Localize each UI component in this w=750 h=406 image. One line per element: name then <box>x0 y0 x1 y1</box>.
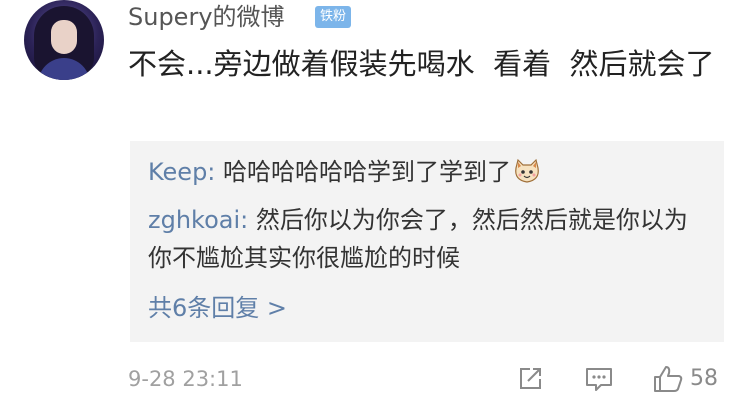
comment-text: 不会...旁边做着假装先喝水 看着 然后就会了 <box>128 47 715 81</box>
comment-icon <box>586 368 612 391</box>
avatar[interactable] <box>24 0 104 80</box>
thumbs-up-icon <box>654 366 683 392</box>
fan-badge[interactable]: 铁粉 <box>315 6 352 28</box>
cat-emoji-icon <box>513 158 541 184</box>
reply-author[interactable]: zghkoai: <box>148 206 248 234</box>
reply-text: 哈哈哈哈哈哈学到了学到了 <box>215 158 512 186</box>
share-icon <box>520 368 541 389</box>
reply-item[interactable]: Keep: 哈哈哈哈哈哈学到了学到了 <box>148 155 541 189</box>
like-button[interactable]: 58 <box>652 364 718 394</box>
comment-button[interactable] <box>584 364 614 394</box>
username[interactable]: Supery的微博 <box>128 2 285 32</box>
reply-author[interactable]: Keep: <box>148 158 215 186</box>
reply-item[interactable]: zghkoai: 然后你以为你会了，然后然后就是你以为你不尴尬其实你很尴尬的时候 <box>148 201 708 277</box>
share-button[interactable] <box>516 364 544 394</box>
comment-timestamp: 9-28 23:11 <box>128 367 243 391</box>
avatar-face <box>51 20 77 54</box>
like-count: 58 <box>690 366 718 391</box>
more-replies-link[interactable]: 共6条回复 > <box>148 291 287 325</box>
reply-box[interactable]: Keep: 哈哈哈哈哈哈学到了学到了 zghkoai: 然后你以为你会了，然后然… <box>130 141 724 342</box>
